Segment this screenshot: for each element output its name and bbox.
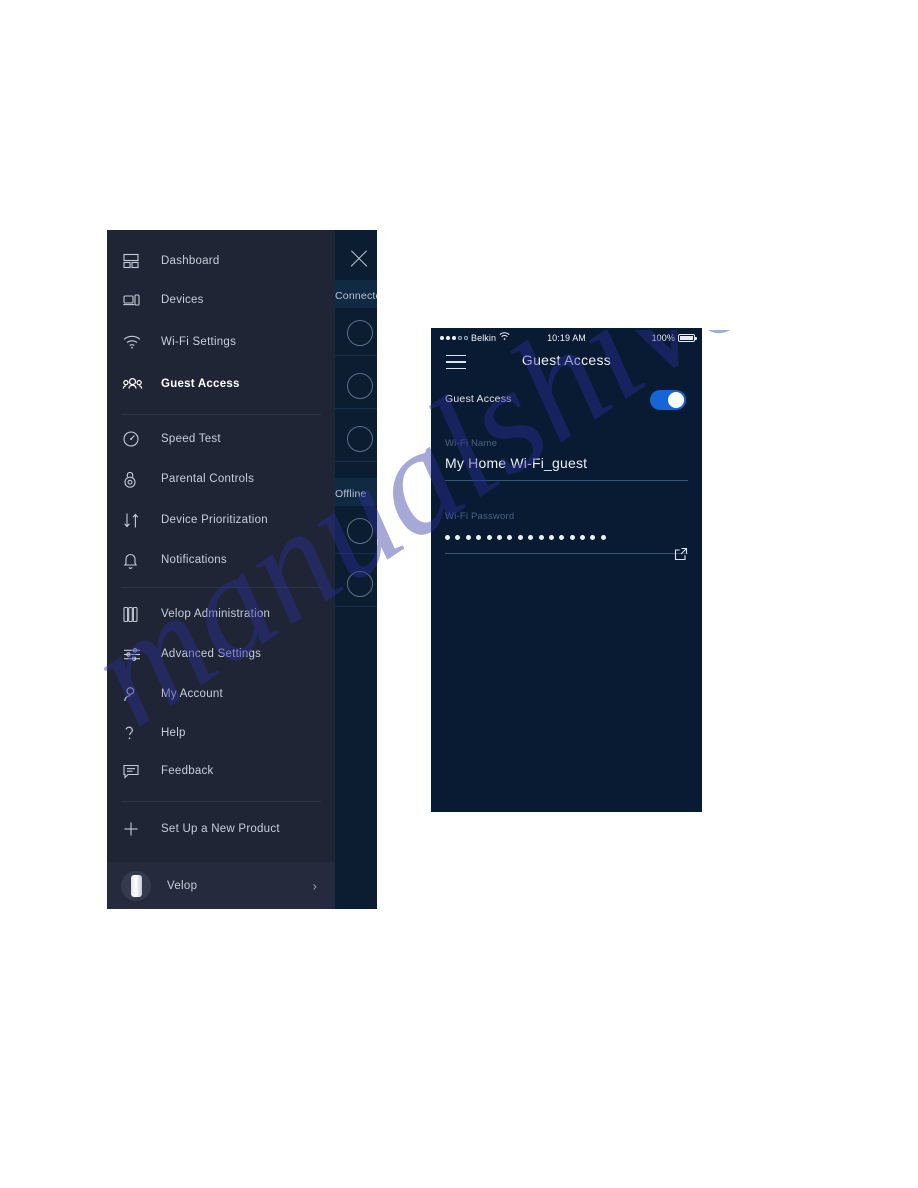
navigation-drawer: Dashboard Devices Wi-Fi Settings Guest A… (107, 230, 335, 909)
wifi-icon (123, 331, 149, 353)
page-title: Guest Access (521, 352, 612, 368)
battery-full-icon (678, 333, 697, 342)
menu-item-advanced-settings[interactable]: Advanced Settings (107, 637, 335, 671)
question-mark-icon (123, 722, 149, 744)
connected-section-label: Connected (335, 290, 377, 302)
device-avatar[interactable] (347, 426, 373, 452)
offline-section-label: Offline (335, 488, 367, 500)
menu-item-velop-administration[interactable]: Velop Administration (107, 597, 335, 631)
menu-item-guest-access[interactable]: Guest Access (107, 367, 335, 401)
wifi-password-label: Wi-Fi Password (445, 511, 515, 522)
divider (329, 553, 377, 554)
menu-divider (121, 587, 321, 588)
lock-icon (123, 468, 149, 490)
up-down-arrows-icon (123, 509, 149, 531)
menu-item-my-account[interactable]: My Account (107, 677, 335, 711)
menu-item-label: Wi-Fi Settings (161, 336, 237, 348)
status-bar-right: 100% (651, 332, 697, 343)
divider (329, 461, 377, 462)
menu-divider (121, 414, 321, 415)
menu-item-label: Set Up a New Product (161, 823, 280, 835)
drawer-footer-velop[interactable]: Velop › (107, 862, 335, 909)
person-icon (123, 683, 149, 705)
dashboard-grid-icon (123, 250, 149, 272)
sliders-icon (123, 643, 149, 665)
battery-percent-label: 100% (651, 332, 675, 343)
field-underline (445, 480, 688, 481)
menu-item-help[interactable]: Help (107, 716, 335, 750)
velop-node-icon (123, 603, 149, 625)
menu-item-wifi-settings[interactable]: Wi-Fi Settings (107, 325, 335, 359)
speech-bubble-icon (123, 760, 149, 782)
menu-screenshot: Connected Offline Dashboard (107, 230, 377, 909)
field-underline (445, 553, 688, 554)
menu-item-dashboard[interactable]: Dashboard (107, 244, 335, 278)
divider (329, 408, 377, 409)
plus-icon (123, 818, 149, 840)
divider (329, 355, 377, 356)
menu-item-label: Help (161, 727, 186, 739)
device-avatar[interactable] (347, 571, 373, 597)
menu-item-label: Feedback (161, 765, 214, 777)
velop-label: Velop (167, 879, 198, 892)
menu-item-parental-controls[interactable]: Parental Controls (107, 462, 335, 496)
divider (329, 606, 377, 607)
menu-item-notifications[interactable]: Notifications (107, 543, 335, 577)
chevron-right-icon[interactable]: › (313, 879, 317, 892)
menu-item-label: Device Prioritization (161, 514, 268, 526)
device-avatar[interactable] (347, 373, 373, 399)
status-bar: Belkin 10:19 AM 100% (431, 328, 702, 347)
guest-access-toggle[interactable] (650, 390, 686, 410)
wifi-name-label: Wi-Fi Name (445, 438, 498, 449)
devices-icon (123, 289, 149, 311)
menu-item-devices[interactable]: Devices (107, 283, 335, 317)
speedometer-icon (123, 428, 149, 450)
wifi-name-value[interactable]: My Home Wi-Fi_guest (445, 455, 688, 474)
menu-divider (121, 801, 321, 802)
menu-item-label: Parental Controls (161, 473, 255, 485)
menu-item-label: Velop Administration (161, 608, 271, 620)
guest-access-people-icon (122, 373, 149, 395)
menu-item-label: Devices (161, 294, 204, 306)
device-avatar[interactable] (347, 320, 373, 346)
bell-icon (123, 549, 149, 571)
menu-item-speed-test[interactable]: Speed Test (107, 422, 335, 456)
phone-screenshot: Belkin 10:19 AM 100% Guest Access Guest … (431, 328, 702, 812)
menu-item-label: Speed Test (161, 433, 221, 445)
share-external-link-icon[interactable] (674, 547, 688, 561)
menu-item-label: My Account (161, 688, 223, 700)
wifi-password-masked-value[interactable] (445, 528, 688, 547)
wifi-name-field[interactable]: Wi-Fi Name My Home Wi-Fi_guest (445, 438, 688, 481)
menu-item-label: Dashboard (161, 255, 220, 267)
wifi-password-field[interactable]: Wi-Fi Password (445, 511, 688, 561)
menu-item-label: Guest Access (161, 378, 240, 390)
app-header: Guest Access (431, 347, 702, 379)
velop-node-avatar (121, 870, 151, 901)
menu-item-label: Notifications (161, 554, 227, 566)
device-avatar[interactable] (347, 518, 373, 544)
menu-item-set-up-a-new-product[interactable]: Set Up a New Product (107, 812, 335, 846)
guest-access-label: Guest Access (445, 393, 512, 405)
guest-access-toggle-row: Guest Access (431, 390, 702, 414)
menu-item-device-prioritization[interactable]: Device Prioritization (107, 503, 335, 537)
close-x-icon[interactable] (348, 248, 370, 270)
menu-item-label: Advanced Settings (161, 648, 262, 660)
menu-item-feedback[interactable]: Feedback (107, 754, 335, 788)
